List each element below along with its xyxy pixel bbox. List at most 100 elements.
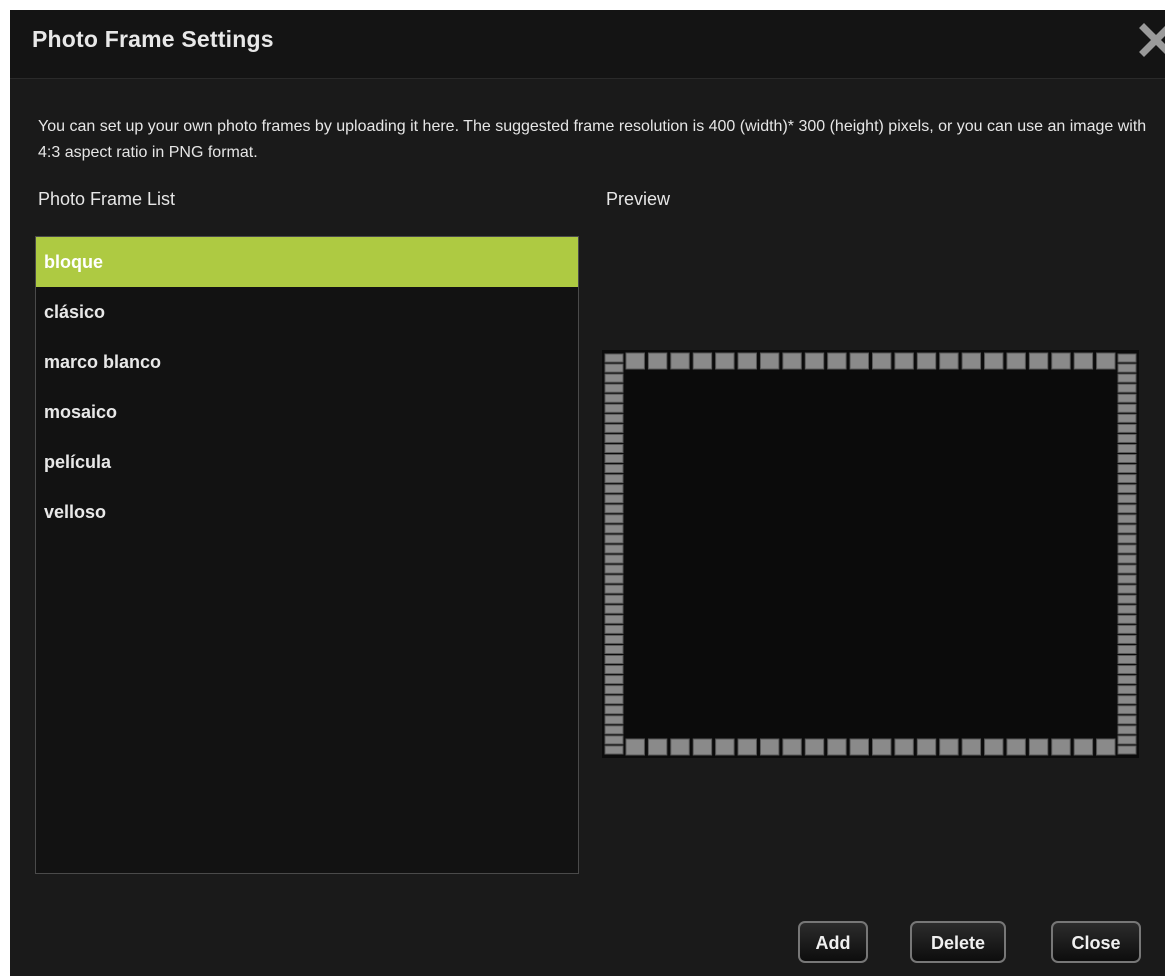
frame-block xyxy=(759,738,780,756)
close-icon[interactable] xyxy=(1138,22,1165,62)
frame-block xyxy=(604,504,624,514)
frame-block xyxy=(1117,423,1137,433)
frame-block xyxy=(916,738,937,756)
frame-block xyxy=(1117,685,1137,695)
frame-block xyxy=(604,443,624,453)
frame-block xyxy=(604,564,624,574)
list-item-velloso[interactable]: velloso xyxy=(36,487,578,537)
frame-block xyxy=(604,383,624,393)
frame-block xyxy=(1117,373,1137,383)
frame-block xyxy=(1117,705,1137,715)
frame-block xyxy=(1117,675,1137,685)
frame-block xyxy=(604,614,624,624)
frame-block xyxy=(647,352,668,370)
frame-block xyxy=(1117,655,1137,665)
frame-block xyxy=(1051,352,1071,370)
frame-block xyxy=(984,352,1004,370)
list-item-pelicula[interactable]: película xyxy=(36,437,578,487)
frame-block xyxy=(1117,735,1137,745)
frame-block xyxy=(1117,564,1137,574)
frame-block xyxy=(1117,504,1137,514)
frame-block xyxy=(1117,464,1137,474)
frame-block xyxy=(1117,383,1137,393)
frame-block xyxy=(1117,644,1137,655)
frame-block xyxy=(604,544,624,554)
list-item-bloque[interactable]: bloque xyxy=(36,237,578,287)
frame-block xyxy=(1117,594,1137,604)
frame-block xyxy=(961,352,982,370)
frame-block xyxy=(604,735,624,745)
close-button[interactable]: Close xyxy=(1051,921,1141,963)
photo-frame-settings-dialog: Photo Frame Settings You can set up your… xyxy=(10,10,1165,976)
frame-block xyxy=(872,738,892,756)
frame-block xyxy=(625,352,645,370)
frame-block xyxy=(1028,352,1049,370)
frame-block xyxy=(1006,738,1026,756)
frame-block xyxy=(1117,534,1137,544)
frame-block xyxy=(849,352,870,370)
frame-block xyxy=(1117,443,1137,453)
frame-block xyxy=(604,715,624,725)
frame-block xyxy=(827,352,847,370)
frame-block xyxy=(604,413,624,423)
frame-block xyxy=(1096,352,1116,370)
preview-label: Preview xyxy=(606,189,671,209)
frame-block xyxy=(604,624,624,634)
frame-block xyxy=(1117,665,1137,675)
photo-frame-list-label: Photo Frame List xyxy=(38,189,176,209)
frame-block xyxy=(604,423,624,433)
frame-block xyxy=(604,665,624,675)
add-button[interactable]: Add xyxy=(798,921,868,963)
frame-block xyxy=(692,352,713,370)
frame-block xyxy=(1117,474,1137,484)
frame-block xyxy=(604,373,624,383)
list-item-clasico[interactable]: clásico xyxy=(36,287,578,337)
frame-block xyxy=(604,363,624,373)
frame-block xyxy=(604,474,624,484)
frame-block xyxy=(604,685,624,695)
description-text: You can set up your own photo frames by … xyxy=(38,118,1147,161)
frame-block xyxy=(1117,604,1137,614)
frame-block xyxy=(604,524,624,534)
frame-block xyxy=(604,534,624,544)
frame-block xyxy=(1117,403,1137,413)
frame-block xyxy=(670,738,690,756)
frame-block xyxy=(604,403,624,413)
frame-block xyxy=(1117,574,1137,584)
frame-preview-image xyxy=(602,350,1139,758)
frame-block xyxy=(1117,584,1137,594)
delete-button[interactable]: Delete xyxy=(910,921,1006,963)
frame-block xyxy=(1117,413,1137,423)
frame-block xyxy=(604,634,624,644)
frame-block xyxy=(604,725,624,735)
frame-block xyxy=(961,738,982,756)
frame-block xyxy=(782,352,802,370)
frame-block xyxy=(1117,554,1137,564)
frame-block xyxy=(1117,544,1137,554)
frame-block xyxy=(737,352,757,370)
list-item-marco-blanco[interactable]: marco blanco xyxy=(36,337,578,387)
frame-block xyxy=(939,352,959,370)
frame-block xyxy=(1117,433,1137,443)
photo-frame-list[interactable]: bloque clásico marco blanco mosaico pelí… xyxy=(35,236,579,874)
frame-block xyxy=(604,464,624,474)
title-bar: Photo Frame Settings xyxy=(10,10,1165,79)
frame-block xyxy=(1117,634,1137,644)
frame-block xyxy=(939,738,959,756)
frame-block xyxy=(1096,738,1116,756)
frame-block xyxy=(1117,454,1137,464)
frame-block xyxy=(872,352,892,370)
frame-block xyxy=(1117,353,1137,363)
frame-block xyxy=(1117,695,1137,705)
list-item-mosaico[interactable]: mosaico xyxy=(36,387,578,437)
frame-block xyxy=(604,644,624,655)
frame-block xyxy=(604,675,624,685)
frame-block xyxy=(804,738,825,756)
frame-block xyxy=(1028,738,1049,756)
frame-block xyxy=(827,738,847,756)
frame-block xyxy=(604,574,624,584)
frame-block xyxy=(737,738,757,756)
frame-block xyxy=(1006,352,1026,370)
frame-block xyxy=(625,738,645,756)
frame-block xyxy=(670,352,690,370)
